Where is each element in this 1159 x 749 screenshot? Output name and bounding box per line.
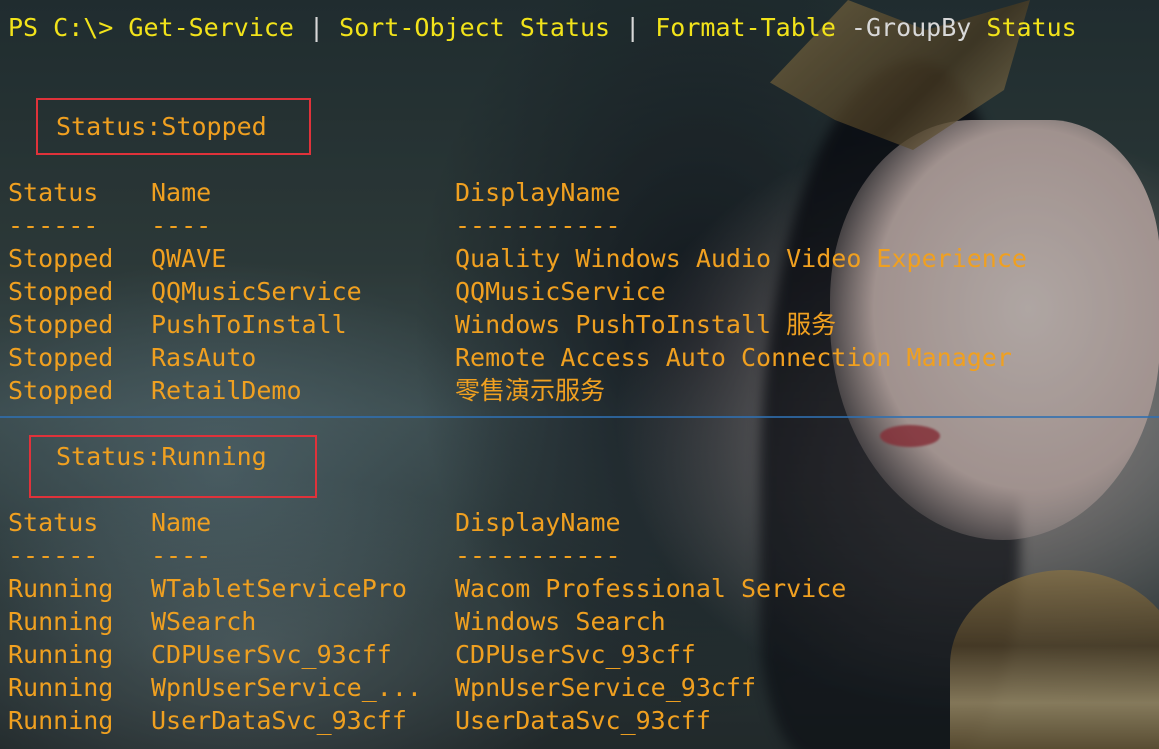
param-groupby: -GroupBy xyxy=(835,13,972,42)
header-displayname: DisplayName xyxy=(455,178,621,207)
cell-displayname: Quality Windows Audio Video Experience xyxy=(455,244,1027,273)
pipe-2: | xyxy=(610,13,656,42)
header-name: Name xyxy=(151,178,212,207)
header-status: Status xyxy=(8,508,99,537)
header-name: Name xyxy=(151,508,212,537)
group-title-stopped: Status:Stopped xyxy=(56,112,267,141)
cmdlet-get-service: Get-Service xyxy=(128,13,294,42)
arg-status-2: Status xyxy=(971,13,1077,42)
cell-status: Running xyxy=(8,607,114,636)
cell-displayname: Windows Search xyxy=(455,607,666,636)
cell-displayname: QQMusicService xyxy=(455,277,666,306)
prompt: PS C:\> xyxy=(8,13,129,42)
cell-status: Running xyxy=(8,673,114,702)
cmdlet-sort-object: Sort-Object xyxy=(339,13,505,42)
cell-name: PushToInstall xyxy=(151,310,347,339)
cmdlet-format-table: Format-Table xyxy=(655,13,836,42)
cell-displayname: WpnUserService_93cff xyxy=(455,673,757,702)
cell-status: Running xyxy=(8,706,114,735)
arg-status-1: Status xyxy=(504,13,611,42)
cell-displayname: Remote Access Auto Connection Manager xyxy=(455,343,1012,372)
cell-displayname: Wacom Professional Service xyxy=(455,574,847,603)
cell-name: WpnUserService_... xyxy=(151,673,422,702)
cell-name: WSearch xyxy=(151,607,257,636)
cell-name: QWAVE xyxy=(151,244,227,273)
cell-name: WTabletServicePro xyxy=(151,574,407,603)
cell-name: UserDataSvc_93cff xyxy=(151,706,407,735)
cell-status: Stopped xyxy=(8,277,114,306)
cell-name: RetailDemo xyxy=(151,376,302,405)
header-underline-name: ---- xyxy=(151,211,212,240)
header-status: Status xyxy=(8,178,99,207)
cell-displayname: UserDataSvc_93cff xyxy=(455,706,711,735)
header-underline-status: ------ xyxy=(8,211,99,240)
group-title-running: Status:Running xyxy=(56,442,267,471)
cell-displayname: CDPUserSvc_93cff xyxy=(455,640,696,669)
cell-status: Stopped xyxy=(8,376,114,405)
terminal-pane-bottom[interactable]: Status:Running Status Name DisplayName -… xyxy=(0,417,1159,749)
cell-name: CDPUserSvc_93cff xyxy=(151,640,392,669)
cell-status: Stopped xyxy=(8,244,114,273)
cell-name: RasAuto xyxy=(151,343,257,372)
header-underline-name: ---- xyxy=(151,541,212,570)
header-underline-displayname: ----------- xyxy=(455,541,621,570)
cell-status: Stopped xyxy=(8,310,114,339)
command-line: PS C:\> Get-Service | Sort-Object Status… xyxy=(8,13,1077,43)
cell-status: Running xyxy=(8,640,114,669)
cell-status: Stopped xyxy=(8,343,114,372)
cell-name: QQMusicService xyxy=(151,277,362,306)
cell-status: Running xyxy=(8,574,114,603)
cell-displayname: Windows PushToInstall 服务 xyxy=(455,310,837,339)
header-underline-displayname: ----------- xyxy=(455,211,621,240)
cell-displayname: 零售演示服务 xyxy=(455,376,606,405)
terminal-pane-top[interactable]: PS C:\> Get-Service | Sort-Object Status… xyxy=(0,0,1159,417)
header-underline-status: ------ xyxy=(8,541,99,570)
header-displayname: DisplayName xyxy=(455,508,621,537)
pipe-1: | xyxy=(294,13,340,42)
